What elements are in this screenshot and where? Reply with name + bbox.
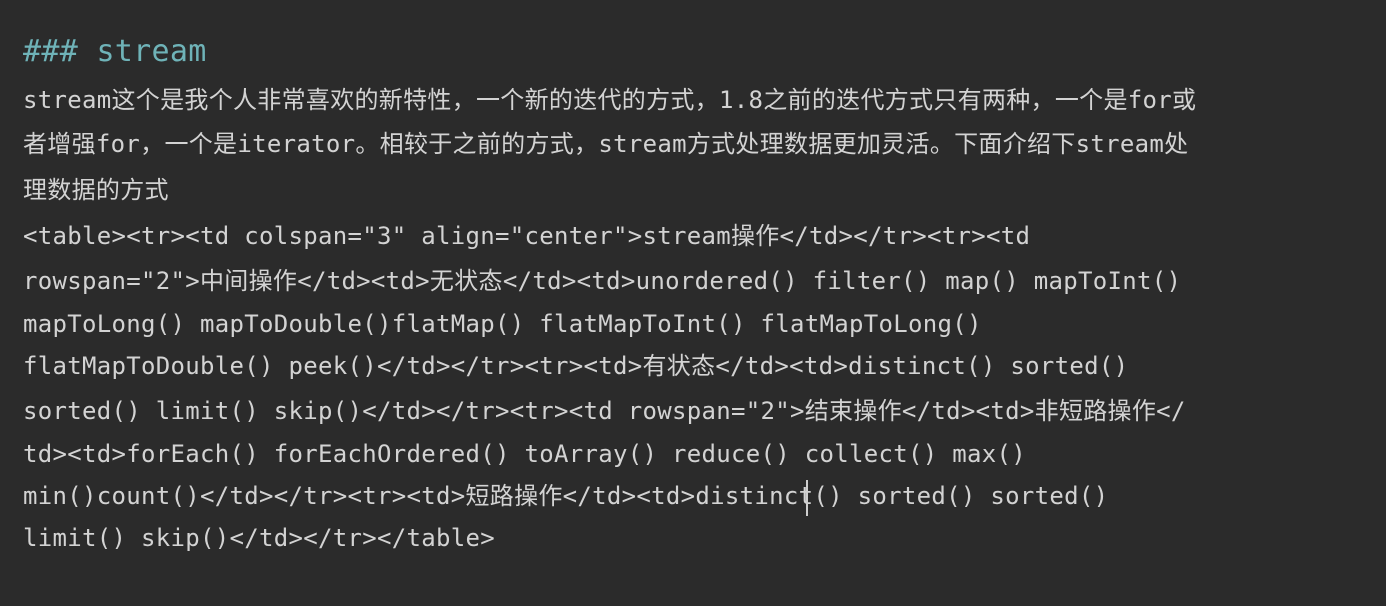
text-line-7: flatMapToDouble() peek()</td></tr><tr><t… (23, 352, 1129, 380)
text-line-9: td><td>forEach() forEachOrdered() toArra… (23, 440, 1026, 468)
text-line-11: limit() skip()</td></tr></table> (23, 524, 495, 552)
text-line-4: <table><tr><td colspan="3" align="center… (23, 222, 1031, 250)
text-line-2: 者增强for，一个是iterator。相较于之前的方式，stream方式处理数据… (23, 130, 1189, 158)
text-line-10: min()count()</td></tr><tr><td>短路操作</td><… (23, 482, 1109, 510)
text-line-5: rowspan="2">中间操作</td><td>无状态</td><td>uno… (23, 267, 1182, 295)
text-line-8: sorted() limit() skip()</td></tr><tr><td… (23, 397, 1186, 425)
text-cursor (806, 480, 808, 516)
heading-line: ### stream (23, 34, 207, 69)
markdown-editor[interactable]: ### stream stream这个是我个人非常喜欢的新特性，一个新的迭代的方… (0, 0, 1386, 606)
text-line-3: 理数据的方式 (23, 176, 169, 204)
text-line-6: mapToLong() mapToDouble()flatMap() flatM… (23, 310, 982, 338)
text-line-1: stream这个是我个人非常喜欢的新特性，一个新的迭代的方式，1.8之前的迭代方… (23, 86, 1197, 114)
